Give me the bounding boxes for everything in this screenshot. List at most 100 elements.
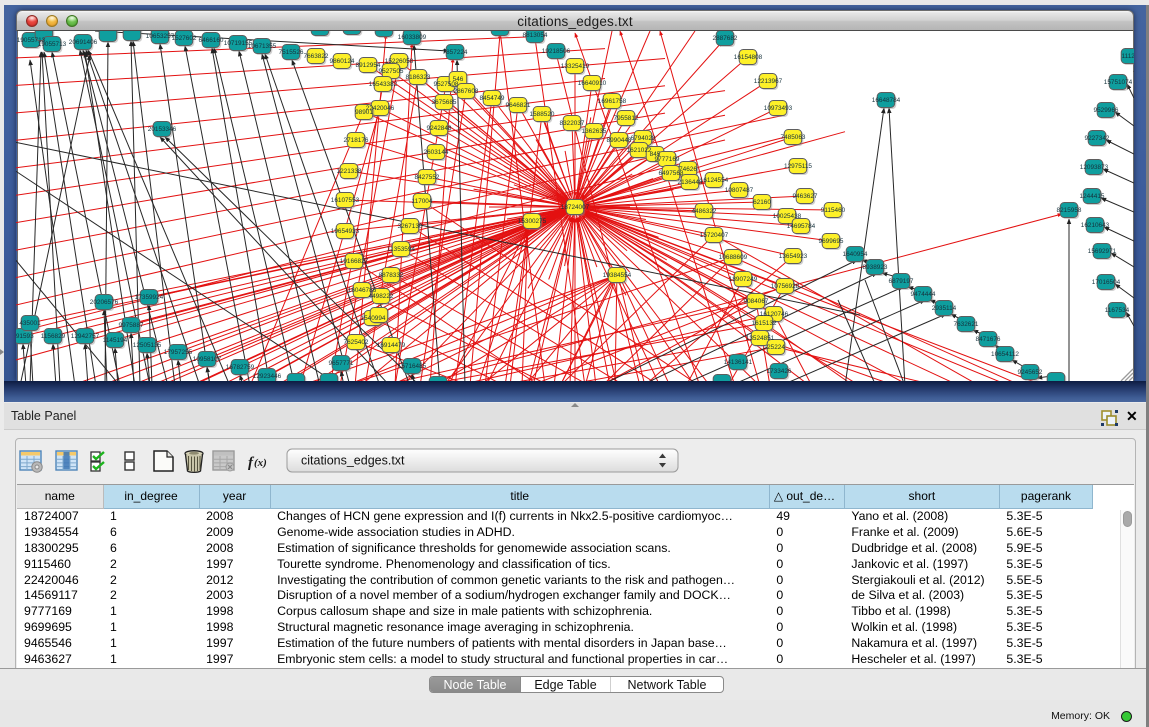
svg-text:6794028: 6794028 — [631, 135, 656, 142]
svg-text:19384554: 19384554 — [603, 272, 632, 279]
svg-text:10654112: 10654112 — [991, 351, 1019, 358]
svg-text:2935114: 2935114 — [932, 305, 957, 312]
svg-text:1733426: 1733426 — [767, 368, 792, 375]
svg-text:3267130: 3267130 — [398, 223, 423, 230]
svg-text:3675685: 3675685 — [432, 99, 457, 106]
svg-text:16210643: 16210643 — [1081, 222, 1110, 229]
svg-text:1156829: 1156829 — [41, 333, 66, 340]
svg-text:10025438: 10025438 — [773, 213, 802, 220]
svg-text:7857224: 7857224 — [443, 49, 468, 56]
svg-text:9529966: 9529966 — [1094, 107, 1119, 114]
svg-text:8878332: 8878332 — [379, 272, 404, 279]
svg-text:6879197: 6879197 — [889, 278, 914, 285]
svg-text:1615132: 1615132 — [752, 320, 777, 327]
svg-text:8454749: 8454749 — [480, 95, 505, 102]
svg-text:16107553: 16107553 — [331, 197, 360, 204]
svg-text:2718176: 2718176 — [344, 137, 369, 144]
svg-text:1527602: 1527602 — [172, 35, 197, 42]
svg-text:8990448: 8990448 — [607, 137, 632, 144]
svg-text:9227342: 9227342 — [1085, 135, 1110, 142]
svg-text:4486322: 4486322 — [692, 208, 717, 215]
svg-text:7663822: 7663822 — [304, 53, 329, 60]
svg-text:16961758: 16961758 — [598, 98, 627, 105]
svg-text:8186323: 8186323 — [406, 74, 431, 81]
svg-text:435001: 435001 — [19, 320, 41, 327]
svg-text:546: 546 — [453, 76, 464, 83]
svg-text:1145194: 1145194 — [103, 337, 128, 344]
svg-text:7632621: 7632621 — [954, 321, 979, 328]
svg-text:8215958: 8215958 — [1057, 207, 1082, 214]
svg-text:4498222: 4498222 — [369, 293, 394, 300]
svg-text:8813054: 8813054 — [523, 32, 548, 39]
svg-text:7485063: 7485063 — [781, 134, 806, 141]
svg-text:16124554: 16124554 — [700, 177, 729, 184]
svg-text:15720407: 15720407 — [700, 232, 729, 239]
svg-text:9777169: 9777169 — [655, 156, 680, 163]
svg-text:1540994: 1540994 — [361, 315, 386, 322]
svg-text:13654923: 13654923 — [779, 253, 808, 260]
svg-text:16154808: 16154808 — [734, 54, 763, 61]
svg-text:12505135: 12505135 — [133, 342, 162, 349]
svg-text:15300275: 15300275 — [518, 218, 547, 225]
svg-text:14136141: 14136141 — [724, 359, 753, 366]
svg-text:62160: 62160 — [753, 199, 771, 206]
svg-text:16648784: 16648784 — [872, 97, 901, 104]
svg-text:1221338: 1221338 — [337, 168, 362, 175]
svg-text:20206576: 20206576 — [90, 299, 119, 306]
svg-text:12942757: 12942757 — [71, 333, 100, 340]
svg-text:11353594: 11353594 — [387, 246, 415, 253]
svg-text:15716485: 15716485 — [398, 363, 427, 370]
svg-text:14695784: 14695784 — [787, 223, 816, 230]
svg-text:18724007: 18724007 — [561, 204, 590, 211]
svg-text:citations_edges.txt: citations_edges.txt — [301, 454, 405, 468]
svg-text:15226058: 15226058 — [385, 58, 414, 65]
svg-text:98901: 98901 — [355, 109, 373, 116]
svg-text:10756928: 10756928 — [771, 283, 800, 290]
svg-text:12923446: 12923446 — [253, 373, 282, 380]
svg-text:16782759: 16782759 — [226, 364, 255, 371]
svg-text:17359924: 17359924 — [135, 294, 164, 301]
svg-text:(x): (x) — [254, 457, 267, 469]
svg-text:7955812: 7955812 — [614, 115, 639, 122]
svg-text:15751074: 15751074 — [1104, 79, 1133, 86]
svg-text:6466160: 6466160 — [199, 37, 224, 44]
svg-text:16033809: 16033809 — [398, 34, 427, 41]
svg-text:1167534: 1167534 — [1105, 307, 1130, 314]
svg-text:1621022: 1621022 — [627, 147, 652, 154]
svg-text:10807487: 10807487 — [725, 187, 754, 194]
svg-text:13524851: 13524851 — [746, 335, 775, 342]
svg-text:9242848: 9242848 — [427, 125, 452, 132]
svg-text:19654933: 19654933 — [331, 228, 360, 235]
svg-text:15692971: 15692971 — [1088, 248, 1117, 255]
svg-text:9657771: 9657771 — [329, 360, 354, 367]
svg-text:9474444: 9474444 — [911, 291, 936, 298]
svg-text:12093873: 12093873 — [1080, 164, 1109, 171]
svg-text:16120746: 16120746 — [760, 311, 789, 318]
svg-text:10973493: 10973493 — [764, 105, 793, 112]
svg-text:9646821: 9646821 — [506, 102, 531, 109]
svg-text:19218506: 19218506 — [542, 48, 571, 55]
svg-text:9463627: 9463627 — [793, 193, 818, 200]
svg-text:17957255: 17957255 — [164, 349, 193, 356]
svg-text:9699695: 9699695 — [819, 238, 844, 245]
svg-text:25224: 25224 — [767, 344, 785, 351]
svg-text:10653257: 10653257 — [146, 33, 175, 40]
svg-text:2867608: 2867608 — [454, 88, 479, 95]
svg-text:1640954: 1640954 — [843, 251, 868, 258]
svg-text:7515526: 7515526 — [279, 49, 304, 56]
svg-text:8912954: 8912954 — [356, 62, 381, 69]
svg-text:19055713: 19055713 — [38, 41, 67, 48]
svg-text:12213967: 12213967 — [754, 78, 783, 85]
svg-text:9975887: 9975887 — [119, 322, 144, 329]
svg-text:1362635: 1362635 — [582, 128, 607, 135]
svg-text:16640910: 16640910 — [578, 80, 607, 87]
svg-text:9115460: 9115460 — [821, 207, 846, 214]
svg-text:9245652: 9245652 — [1018, 369, 1043, 376]
svg-text:17016504: 17016504 — [1092, 279, 1121, 286]
svg-text:16914479: 16914479 — [377, 342, 406, 349]
svg-text:1588520: 1588520 — [530, 111, 555, 118]
svg-text:74626: 74626 — [679, 166, 697, 173]
svg-text:16543382: 16543382 — [369, 81, 398, 88]
svg-text:11124: 11124 — [1122, 53, 1134, 60]
svg-text:13325419: 13325419 — [561, 63, 590, 70]
